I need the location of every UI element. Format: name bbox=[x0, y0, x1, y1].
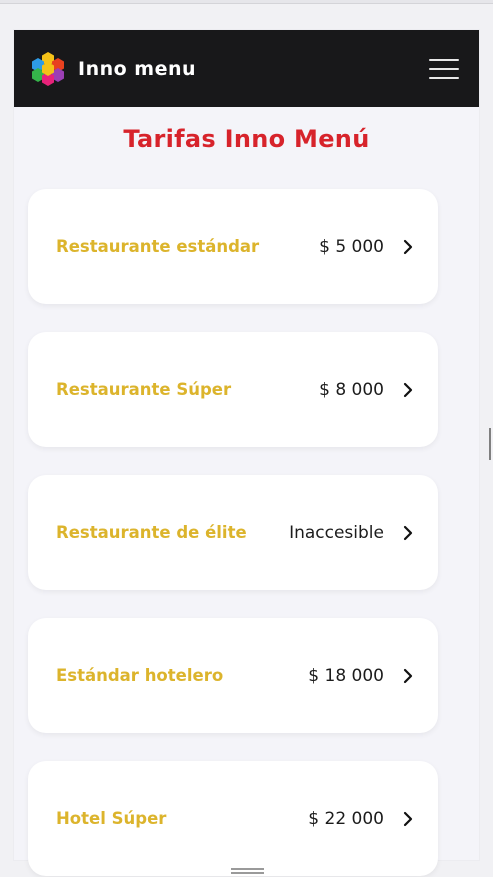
browser-top-strip bbox=[0, 0, 493, 4]
chevron-right-icon bbox=[403, 382, 413, 397]
plan-price: $ 22 000 bbox=[308, 808, 384, 829]
chevron-right-icon bbox=[403, 239, 413, 254]
plan-name: Restaurante Súper bbox=[56, 380, 232, 399]
chevron-right-icon bbox=[403, 668, 413, 683]
brand-name: Inno menu bbox=[78, 57, 197, 80]
plan-price: $ 18 000 bbox=[308, 665, 384, 686]
chevron-right-icon bbox=[403, 525, 413, 540]
plan-name: Hotel Súper bbox=[56, 809, 167, 828]
plan-price: Inaccesible bbox=[289, 522, 384, 543]
navbar: Inno menu bbox=[14, 30, 479, 107]
plan-card-restaurante-estandar[interactable]: Restaurante estándar $ 5 000 bbox=[28, 189, 438, 304]
scrollbar-grip[interactable] bbox=[489, 428, 491, 460]
plan-price: $ 8 000 bbox=[319, 379, 384, 400]
plan-card-estandar-hotelero[interactable]: Estándar hotelero $ 18 000 bbox=[28, 618, 438, 733]
hexagon-cluster-logo bbox=[32, 51, 64, 86]
resize-handle[interactable] bbox=[231, 868, 264, 874]
plan-card-restaurante-super[interactable]: Restaurante Súper $ 8 000 bbox=[28, 332, 438, 447]
plan-name: Restaurante estándar bbox=[56, 237, 260, 256]
plan-name: Estándar hotelero bbox=[56, 666, 224, 685]
plan-price: $ 5 000 bbox=[319, 236, 384, 257]
page-title: Tarifas Inno Menú bbox=[123, 125, 370, 153]
plan-name: Restaurante de élite bbox=[56, 523, 247, 542]
plan-card-hotel-super[interactable]: Hotel Súper $ 22 000 bbox=[28, 761, 438, 876]
hamburger-icon[interactable] bbox=[429, 58, 459, 79]
plan-card-restaurante-de-elite[interactable]: Restaurante de élite Inaccesible bbox=[28, 475, 438, 590]
chevron-right-icon bbox=[403, 811, 413, 826]
plans-list: Restaurante estándar $ 5 000 Restaurante… bbox=[28, 189, 438, 877]
brand[interactable]: Inno menu bbox=[30, 51, 196, 87]
